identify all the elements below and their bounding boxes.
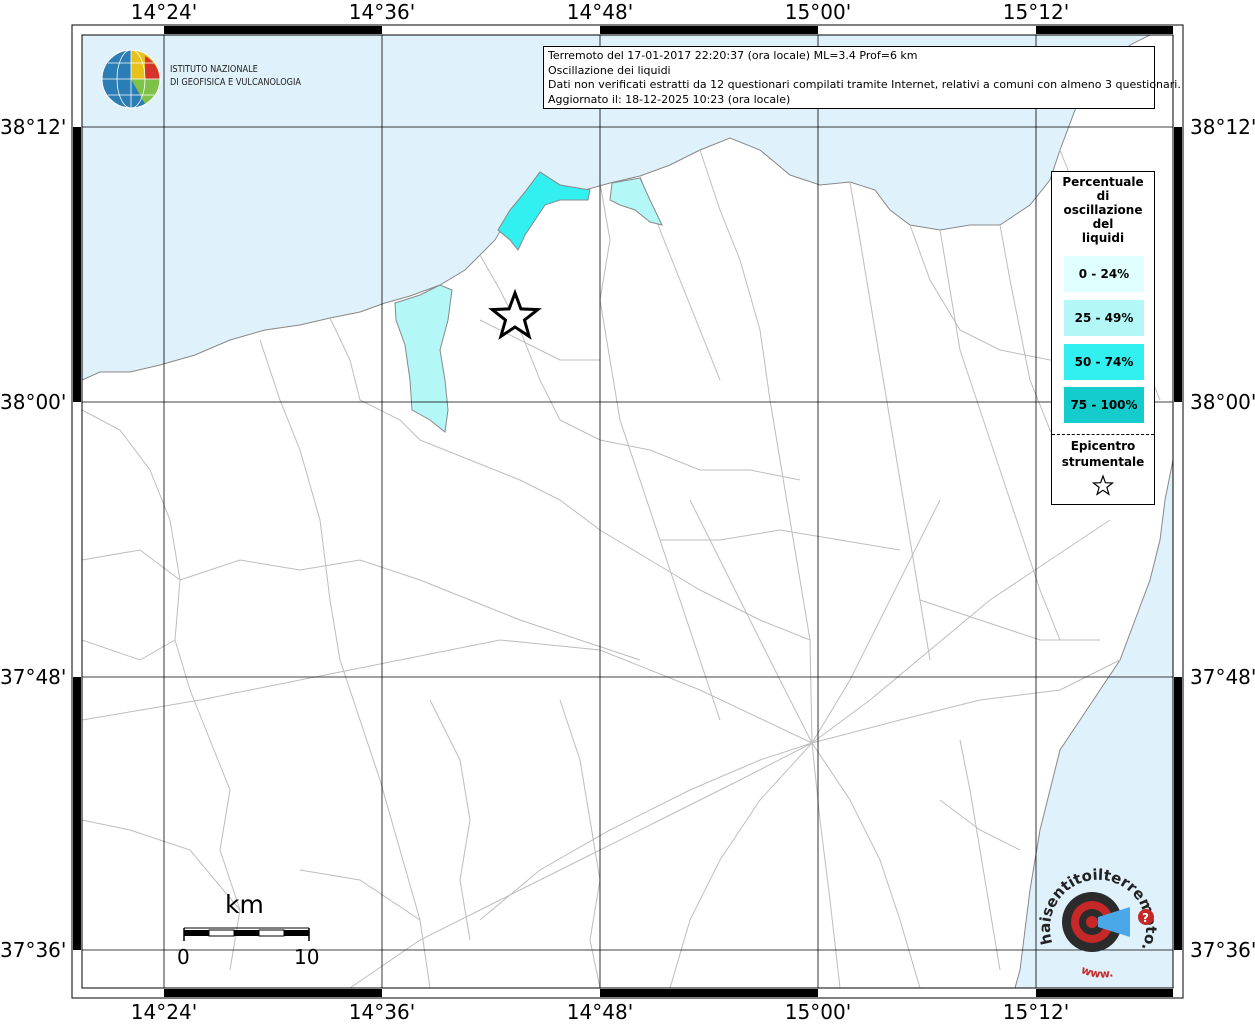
legend: Percentuale di oscillazione del liquidi …: [1051, 171, 1155, 505]
svg-text:?: ?: [1142, 911, 1149, 925]
legend-item-75-100: 75 - 100%: [1064, 387, 1144, 423]
legend-item-0-24: 0 - 24%: [1064, 256, 1144, 292]
legend-title: Percentuale di oscillazione del liquidi: [1052, 175, 1154, 245]
event-info-box: Terremoto del 17-01-2017 22:20:37 (ora l…: [543, 46, 1181, 109]
legend-epicentre-label: Epicentro strumentale: [1052, 438, 1154, 470]
hst-logo: haisentitoilterremoto.it www. ?: [1034, 855, 1160, 981]
event-info-line2: Oscillazione dei liquidi: [548, 63, 671, 77]
scale-bar: [183, 927, 310, 941]
legend-epicentre-line1: Epicentro: [1070, 439, 1136, 453]
legend-item-label: 0 - 24%: [1078, 267, 1130, 281]
scale-start-label: 0: [177, 945, 190, 969]
legend-item-label: 25 - 49%: [1074, 311, 1134, 325]
ingv-name: ISTITUTO NAZIONALE DI GEOFISICA E VULCAN…: [170, 63, 301, 89]
event-info-line4: Aggiornato il: 18-12-2025 10:23 (ora loc…: [548, 92, 791, 106]
legend-item-label: 75 - 100%: [1070, 398, 1138, 412]
event-info-line1: Terremoto del 17-01-2017 22:20:37 (ora l…: [548, 49, 918, 62]
legend-item-50-74: 50 - 74%: [1064, 344, 1144, 380]
ingv-name-line2: DI GEOFISICA E VULCANOLOGIA: [170, 77, 302, 88]
star-icon: [1091, 474, 1115, 496]
ingv-name-line1: ISTITUTO NAZIONALE: [170, 64, 258, 75]
scale-end-label: 10: [294, 945, 320, 969]
legend-title-line1: Percentuale: [1062, 175, 1144, 189]
legend-title-line2: di: [1096, 189, 1110, 203]
legend-title-line4: del: [1092, 217, 1114, 231]
hst-logo-subtext: www.: [1079, 963, 1114, 980]
legend-item-label: 50 - 74%: [1074, 355, 1134, 369]
event-info-line3: Dati non verificati estratti da 12 quest…: [548, 78, 1181, 91]
ingv-globe-icon: [101, 49, 161, 109]
legend-epicentre-line2: strumentale: [1061, 455, 1145, 469]
legend-title-line3: oscillazione: [1063, 203, 1143, 217]
svg-text:www.: www.: [1079, 963, 1114, 980]
legend-separator: [1052, 434, 1154, 435]
legend-title-line5: liquidi: [1081, 231, 1125, 245]
legend-item-25-49: 25 - 49%: [1064, 300, 1144, 336]
